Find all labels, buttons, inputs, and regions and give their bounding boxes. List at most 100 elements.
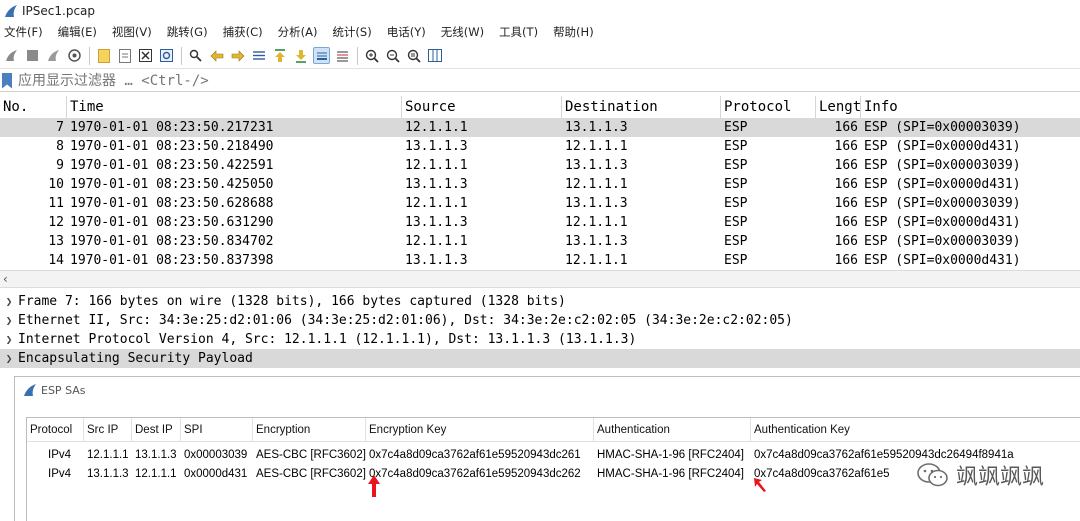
menu-wireless[interactable]: 无线(W) [441, 24, 484, 40]
packet-row[interactable]: 8 1970-01-01 08:23:50.218490 13.1.1.3 12… [0, 137, 1080, 156]
detail-row-ethernet[interactable]: ❯ Ethernet II, Src: 34:3e:25:d2:01:06 (3… [0, 311, 1080, 330]
sa-col-encryption-key[interactable]: Encryption Key [366, 418, 594, 442]
expand-chevron-icon[interactable]: ❯ [0, 330, 18, 349]
menu-help[interactable]: 帮助(H) [553, 24, 594, 40]
packet-source: 13.1.1.3 [405, 139, 468, 154]
packet-info: ESP (SPI=0x0000d431) [864, 177, 1021, 192]
column-source[interactable]: Source [402, 96, 562, 118]
packet-destination: 13.1.1.3 [565, 234, 628, 249]
zoom-in-icon[interactable] [363, 47, 380, 64]
detail-text: Ethernet II, Src: 34:3e:25:d2:01:06 (34:… [18, 313, 793, 328]
packet-no: 7 [56, 120, 64, 135]
packet-no: 9 [56, 158, 64, 173]
capture-options-icon[interactable] [66, 47, 83, 64]
packet-protocol: ESP [724, 196, 748, 211]
dialog-title: ESP SAs [41, 383, 86, 397]
first-packet-icon[interactable] [271, 47, 288, 64]
packet-time: 1970-01-01 08:23:50.628688 [70, 196, 274, 211]
sa-col-protocol[interactable]: Protocol [27, 418, 84, 442]
wireshark-fin-icon [5, 5, 17, 17]
column-destination[interactable]: Destination [562, 96, 721, 118]
menu-telephony[interactable]: 电话(Y) [387, 24, 426, 40]
zoom-reset-icon[interactable] [405, 47, 422, 64]
packet-time: 1970-01-01 08:23:50.631290 [70, 215, 274, 230]
detail-row-esp[interactable]: ❯ Encapsulating Security Payload [0, 349, 1080, 368]
stop-capture-icon[interactable] [24, 47, 41, 64]
expand-chevron-icon[interactable]: ❯ [0, 349, 18, 368]
sa-src-ip: 12.1.1.1 [87, 449, 129, 461]
scroll-left-icon[interactable]: ‹ [3, 272, 8, 286]
packet-length: 166 [834, 139, 858, 154]
display-filter-input[interactable] [18, 70, 1080, 91]
packet-no: 13 [48, 234, 64, 249]
packet-protocol: ESP [724, 253, 748, 268]
packet-row[interactable]: 13 1970-01-01 08:23:50.834702 12.1.1.1 1… [0, 232, 1080, 251]
dialog-title-bar: ESP SAs [23, 383, 86, 397]
reload-file-icon[interactable] [158, 47, 175, 64]
go-back-icon[interactable] [208, 47, 225, 64]
packet-protocol: ESP [724, 177, 748, 192]
column-protocol[interactable]: Protocol [721, 96, 816, 118]
packet-row[interactable]: 7 1970-01-01 08:23:50.217231 12.1.1.1 13… [0, 118, 1080, 137]
sa-col-authentication-key[interactable]: Authentication Key [751, 418, 1080, 442]
packet-row[interactable]: 14 1970-01-01 08:23:50.837398 13.1.1.3 1… [0, 251, 1080, 270]
menu-tools[interactable]: 工具(T) [499, 24, 538, 40]
detail-text: Frame 7: 166 bytes on wire (1328 bits), … [18, 294, 566, 309]
sa-col-encryption[interactable]: Encryption [253, 418, 366, 442]
detail-row-ipv4[interactable]: ❯ Internet Protocol Version 4, Src: 12.1… [0, 330, 1080, 349]
packet-time: 1970-01-01 08:23:50.217231 [70, 120, 274, 135]
red-arrow-annotation [754, 478, 766, 492]
find-packet-icon[interactable] [187, 47, 204, 64]
resize-columns-icon[interactable] [426, 47, 443, 64]
expand-chevron-icon[interactable]: ❯ [0, 292, 18, 311]
zoom-out-icon[interactable] [384, 47, 401, 64]
sa-col-dest-ip[interactable]: Dest IP [132, 418, 181, 442]
column-no[interactable]: No. [0, 96, 67, 118]
menu-analyze[interactable]: 分析(A) [278, 24, 318, 40]
column-length[interactable]: Lengt [816, 96, 861, 118]
expand-chevron-icon[interactable]: ❯ [0, 311, 18, 330]
main-toolbar [0, 43, 1080, 69]
packet-row[interactable]: 10 1970-01-01 08:23:50.425050 13.1.1.3 1… [0, 175, 1080, 194]
menu-capture[interactable]: 捕获(C) [223, 24, 263, 40]
menu-statistics[interactable]: 统计(S) [332, 24, 371, 40]
sa-col-authentication[interactable]: Authentication [594, 418, 751, 442]
menu-go[interactable]: 跳转(G) [167, 24, 208, 40]
packet-row[interactable]: 9 1970-01-01 08:23:50.422591 12.1.1.1 13… [0, 156, 1080, 175]
sa-col-src-ip[interactable]: Src IP [84, 418, 132, 442]
sa-dest-ip: 13.1.1.3 [135, 449, 177, 461]
go-forward-icon[interactable] [229, 47, 246, 64]
packet-row[interactable]: 11 1970-01-01 08:23:50.628688 12.1.1.1 1… [0, 194, 1080, 213]
packet-row[interactable]: 12 1970-01-01 08:23:50.631290 13.1.1.3 1… [0, 213, 1080, 232]
sa-col-spi[interactable]: SPI [181, 418, 253, 442]
packet-list-hscrollbar[interactable]: ‹ [0, 270, 1080, 288]
sa-encryption-key: 0x7c4a8d09ca3762af61e59520943dc262 [369, 468, 581, 480]
packet-source: 12.1.1.1 [405, 120, 468, 135]
last-packet-icon[interactable] [292, 47, 309, 64]
go-to-packet-icon[interactable] [250, 47, 267, 64]
watermark: 飒飒飒飒 [916, 459, 1044, 491]
column-time[interactable]: Time [67, 96, 402, 118]
autoscroll-icon[interactable] [313, 47, 330, 64]
packet-info: ESP (SPI=0x00003039) [864, 158, 1021, 173]
detail-row-frame[interactable]: ❯ Frame 7: 166 bytes on wire (1328 bits)… [0, 292, 1080, 311]
packet-no: 12 [48, 215, 64, 230]
start-capture-icon[interactable] [3, 47, 20, 64]
colorize-icon[interactable] [334, 47, 351, 64]
save-file-icon[interactable] [116, 47, 133, 64]
open-file-icon[interactable] [95, 47, 112, 64]
menu-edit[interactable]: 编辑(E) [58, 24, 97, 40]
packet-destination: 13.1.1.3 [565, 158, 628, 173]
column-info[interactable]: Info [861, 96, 1080, 118]
bookmark-icon[interactable] [2, 72, 12, 89]
packet-source: 13.1.1.3 [405, 215, 468, 230]
close-file-icon[interactable] [137, 47, 154, 64]
menu-file[interactable]: 文件(F) [4, 24, 43, 40]
sa-encryption-key: 0x7c4a8d09ca3762af61e59520943dc261 [369, 449, 581, 461]
sa-spi: 0x0000d431 [184, 468, 248, 480]
restart-capture-icon[interactable] [45, 47, 62, 64]
menu-view[interactable]: 视图(V) [112, 24, 152, 40]
packet-destination: 13.1.1.3 [565, 196, 628, 211]
packet-time: 1970-01-01 08:23:50.837398 [70, 253, 274, 268]
detail-text: Encapsulating Security Payload [18, 351, 253, 366]
